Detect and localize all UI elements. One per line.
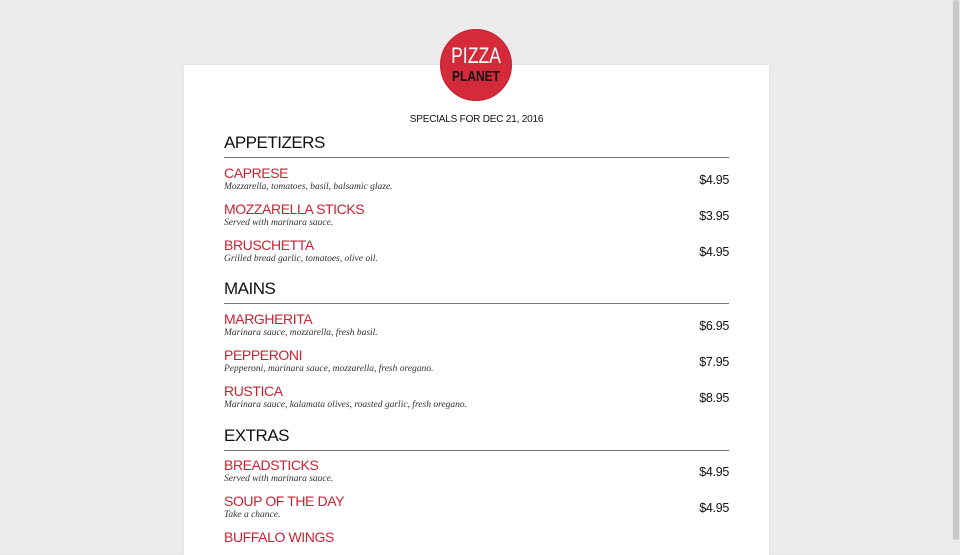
menu-item[interactable]: BREADSTICKS Served with marinara sauce. … [224, 457, 729, 485]
item-description: Mozzarella, tomatoes, basil, balsamic gl… [224, 182, 393, 192]
menu-item[interactable]: SOUP OF THE DAY Take a chance. $4.95 [224, 493, 729, 521]
item-name: MARGHERITA [224, 311, 313, 327]
menu-item[interactable]: CAPRESE Mozzarella, tomatoes, basil, bal… [224, 165, 729, 193]
item-price: $3.95 [699, 209, 729, 223]
specials-date: SPECIALS FOR DEC 21, 2016 [409, 114, 544, 125]
item-description: Served with marinara sauce. [224, 474, 334, 484]
item-price: $4.95 [699, 173, 729, 187]
item-description: Take a chance. [224, 510, 281, 520]
section-divider [224, 157, 729, 158]
item-name: BREADSTICKS [224, 457, 319, 473]
section-divider [224, 450, 729, 451]
logo-line-2: PLANET [452, 68, 500, 85]
section-mains: MAINS [224, 279, 729, 304]
item-price: $4.95 [699, 245, 729, 259]
section-title: MAINS [224, 279, 276, 298]
item-price: $6.95 [699, 319, 729, 333]
section-divider [224, 303, 729, 304]
item-price: $8.95 [699, 391, 729, 405]
item-price: $4.95 [699, 465, 729, 479]
section-title: EXTRAS [224, 426, 290, 445]
item-name: BRUSCHETTA [224, 237, 314, 253]
section-title: APPETIZERS [224, 133, 325, 152]
menu-item[interactable]: RUSTICA Marinara sauce, kalamata olives,… [224, 383, 729, 411]
item-price: $4.95 [699, 501, 729, 515]
pizza-planet-logo: PIZZA PLANET [440, 29, 512, 101]
item-description: Marinara sauce, kalamata olives, roasted… [224, 400, 468, 410]
item-description: Pepperoni, marinara sauce, mozzarella, f… [224, 364, 434, 374]
menu-item[interactable]: PEPPERONI Pepperoni, marinara sauce, moz… [224, 347, 729, 375]
item-name: CAPRESE [224, 165, 289, 181]
menu-card: SPECIALS FOR DEC 21, 2016 APPETIZERS CAP… [184, 65, 769, 555]
section-appetizers: APPETIZERS [224, 133, 729, 158]
section-extras: EXTRAS [224, 426, 729, 451]
menu-item[interactable]: BUFFALO WINGS [224, 529, 729, 545]
menu-item[interactable]: BRUSCHETTA Grilled bread garlic, tomatoe… [224, 237, 729, 265]
item-name: RUSTICA [224, 383, 283, 399]
item-name: MOZZARELLA STICKS [224, 201, 365, 217]
menu-item[interactable]: MOZZARELLA STICKS Served with marinara s… [224, 201, 729, 229]
scrollbar-thumb[interactable] [953, 0, 959, 540]
scrollbar[interactable] [952, 0, 960, 540]
item-description: Served with marinara sauce. [224, 218, 334, 228]
item-description: Marinara sauce, mozzarella, fresh basil. [224, 328, 378, 338]
item-name: BUFFALO WINGS [224, 529, 334, 545]
item-price: $7.95 [699, 355, 729, 369]
menu-item[interactable]: MARGHERITA Marinara sauce, mozzarella, f… [224, 311, 729, 339]
item-description: Grilled bread garlic, tomatoes, olive oi… [224, 254, 378, 264]
logo-line-1: PIZZA [451, 43, 501, 68]
item-name: SOUP OF THE DAY [224, 493, 345, 509]
item-name: PEPPERONI [224, 347, 303, 363]
